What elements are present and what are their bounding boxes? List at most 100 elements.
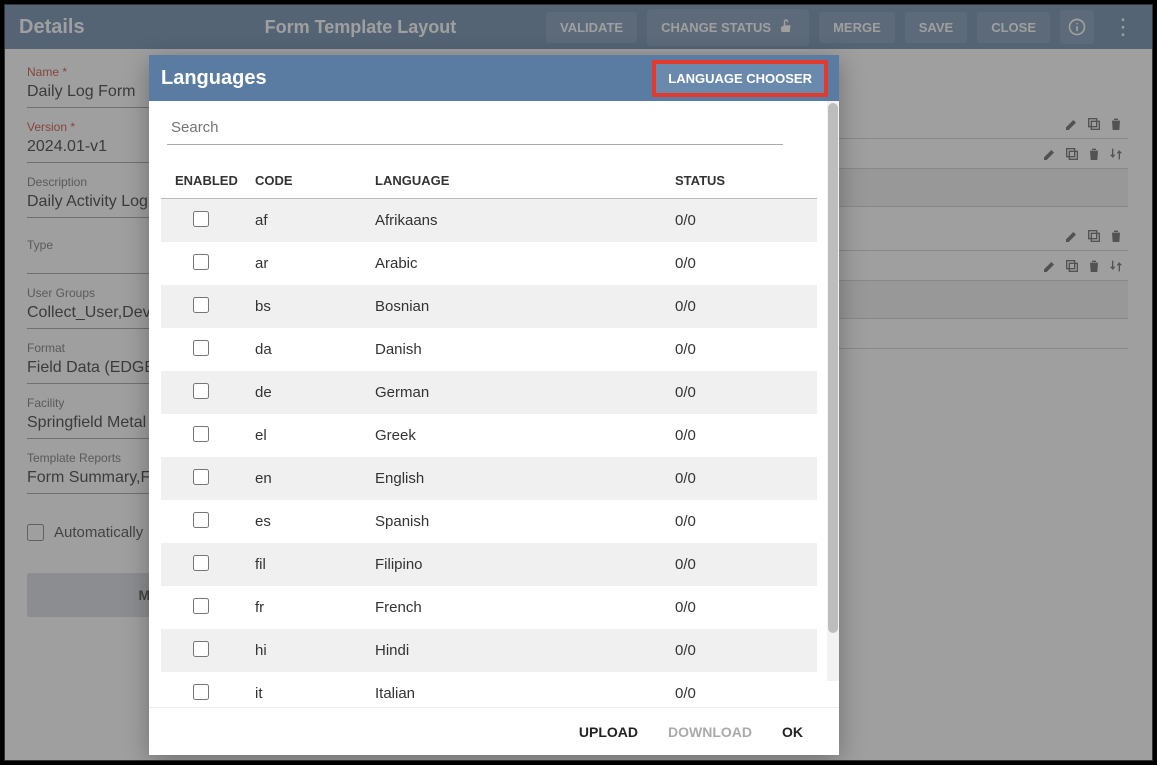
enable-checkbox[interactable] — [193, 297, 209, 313]
cell-code: de — [255, 384, 375, 401]
pencil-icon[interactable] — [1042, 146, 1058, 162]
scrollbar-thumb[interactable] — [828, 103, 838, 633]
upload-button[interactable]: UPLOAD — [579, 724, 638, 740]
enable-checkbox[interactable] — [193, 254, 209, 270]
cell-language: Spanish — [375, 513, 675, 530]
enable-checkbox[interactable] — [193, 469, 209, 485]
table-row[interactable]: daDanish0/0 — [161, 328, 817, 371]
cell-code: bs — [255, 298, 375, 315]
copy-icon[interactable] — [1064, 258, 1080, 274]
download-button[interactable]: DOWNLOAD — [668, 724, 752, 740]
cell-code: af — [255, 212, 375, 229]
auto-create-checkbox[interactable] — [27, 524, 44, 541]
dialog-scrollbar[interactable] — [827, 101, 839, 681]
trash-icon[interactable] — [1086, 258, 1102, 274]
cell-status: 0/0 — [675, 599, 803, 616]
enable-checkbox[interactable] — [193, 641, 209, 657]
dialog-body: ENABLED CODE LANGUAGE STATUS afAfrikaans… — [149, 101, 839, 707]
cell-code: hi — [255, 642, 375, 659]
table-row[interactable]: itItalian0/0 — [161, 672, 817, 707]
cell-status: 0/0 — [675, 384, 803, 401]
trash-icon[interactable] — [1086, 146, 1102, 162]
enable-checkbox[interactable] — [193, 426, 209, 442]
table-row[interactable]: elGreek0/0 — [161, 414, 817, 457]
app-header: Details Form Template Layout VALIDATE CH… — [5, 5, 1152, 49]
cell-status: 0/0 — [675, 513, 803, 530]
cell-status: 0/0 — [675, 341, 803, 358]
header-title-center: Form Template Layout — [265, 17, 457, 38]
validate-button[interactable]: VALIDATE — [546, 12, 637, 43]
dialog-header: Languages LANGUAGE CHOOSER — [149, 55, 839, 101]
cell-code: en — [255, 470, 375, 487]
copy-icon[interactable] — [1086, 228, 1102, 244]
sort-icon[interactable] — [1108, 146, 1124, 162]
col-code: CODE — [255, 173, 375, 188]
more-menu-icon[interactable]: ⋮ — [1104, 16, 1142, 38]
table-row[interactable]: frFrench0/0 — [161, 586, 817, 629]
table-row[interactable]: bsBosnian0/0 — [161, 285, 817, 328]
touch-icon — [777, 17, 795, 38]
enable-checkbox[interactable] — [193, 211, 209, 227]
cell-language: French — [375, 599, 675, 616]
cell-status: 0/0 — [675, 255, 803, 272]
table-row[interactable]: filFilipino0/0 — [161, 543, 817, 586]
table-row[interactable]: deGerman0/0 — [161, 371, 817, 414]
cell-language: Italian — [375, 685, 675, 702]
table-row[interactable]: afAfrikaans0/0 — [161, 199, 817, 242]
info-icon[interactable] — [1060, 10, 1094, 44]
dialog-footer: UPLOAD DOWNLOAD OK — [149, 707, 839, 755]
enable-checkbox[interactable] — [193, 512, 209, 528]
cell-status: 0/0 — [675, 298, 803, 315]
cell-code: fil — [255, 556, 375, 573]
cell-code: ar — [255, 255, 375, 272]
header-title-left: Details — [19, 16, 85, 39]
copy-icon[interactable] — [1064, 146, 1080, 162]
enable-checkbox[interactable] — [193, 340, 209, 356]
table-header: ENABLED CODE LANGUAGE STATUS — [161, 163, 817, 199]
cell-language: Arabic — [375, 255, 675, 272]
language-chooser-button[interactable]: LANGUAGE CHOOSER — [653, 61, 827, 96]
change-status-label: CHANGE STATUS — [661, 20, 771, 35]
dialog-title: Languages — [161, 67, 267, 90]
enable-checkbox[interactable] — [193, 555, 209, 571]
copy-icon[interactable] — [1086, 116, 1102, 132]
table-row[interactable]: hiHindi0/0 — [161, 629, 817, 672]
cell-code: it — [255, 685, 375, 702]
close-button[interactable]: CLOSE — [977, 12, 1050, 43]
cell-code: da — [255, 341, 375, 358]
change-status-button[interactable]: CHANGE STATUS — [647, 9, 809, 46]
col-language: LANGUAGE — [375, 173, 675, 188]
languages-dialog: Languages LANGUAGE CHOOSER ENABLED CODE … — [149, 55, 839, 755]
table-row[interactable]: enEnglish0/0 — [161, 457, 817, 500]
cell-language: Hindi — [375, 642, 675, 659]
ok-button[interactable]: OK — [782, 724, 803, 740]
trash-icon[interactable] — [1108, 228, 1124, 244]
cell-status: 0/0 — [675, 685, 803, 702]
cell-language: German — [375, 384, 675, 401]
table-row[interactable]: arArabic0/0 — [161, 242, 817, 285]
cell-status: 0/0 — [675, 470, 803, 487]
cell-code: el — [255, 427, 375, 444]
cell-status: 0/0 — [675, 556, 803, 573]
languages-table: ENABLED CODE LANGUAGE STATUS afAfrikaans… — [161, 163, 817, 707]
enable-checkbox[interactable] — [193, 383, 209, 399]
merge-button[interactable]: MERGE — [819, 12, 895, 43]
cell-status: 0/0 — [675, 212, 803, 229]
cell-language: Filipino — [375, 556, 675, 573]
trash-icon[interactable] — [1108, 116, 1124, 132]
pencil-icon[interactable] — [1064, 116, 1080, 132]
col-enabled: ENABLED — [175, 173, 255, 188]
cell-language: English — [375, 470, 675, 487]
enable-checkbox[interactable] — [193, 598, 209, 614]
table-row[interactable]: esSpanish0/0 — [161, 500, 817, 543]
enable-checkbox[interactable] — [193, 684, 209, 700]
pencil-icon[interactable] — [1042, 258, 1058, 274]
save-button[interactable]: SAVE — [905, 12, 967, 43]
search-input[interactable] — [167, 111, 783, 145]
cell-status: 0/0 — [675, 642, 803, 659]
cell-code: es — [255, 513, 375, 530]
sort-icon[interactable] — [1108, 258, 1124, 274]
pencil-icon[interactable] — [1064, 228, 1080, 244]
cell-language: Afrikaans — [375, 212, 675, 229]
app-frame: Details Form Template Layout VALIDATE CH… — [4, 4, 1153, 761]
